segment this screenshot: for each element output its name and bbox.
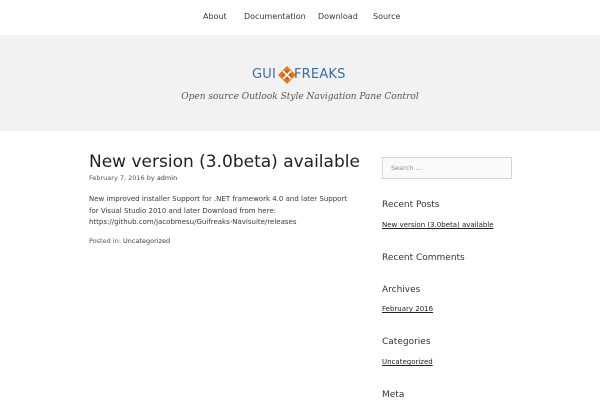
post-by-label: by [146,174,155,182]
archive-link-february-2016[interactable]: February 2016 [382,305,433,313]
posted-in-label: Posted in: [89,237,121,245]
nav-item-about[interactable]: About [203,12,227,21]
post-author-link[interactable]: admin [157,174,177,182]
top-navigation: About Documentation Download Source [0,0,600,35]
nav-item-source[interactable]: Source [373,12,400,21]
nav-item-documentation[interactable]: Documentation [244,12,306,21]
post-category-link[interactable]: Uncategorized [123,237,170,245]
post-body: New improved installer Support for .NET … [89,195,348,226]
category-link-uncategorized[interactable]: Uncategorized [382,358,433,366]
logo-text-freaks: FREAKS [294,67,346,82]
recent-post-link[interactable]: New version (3.0beta) available [382,221,494,229]
categories-title: Categories [382,337,431,347]
logo-text-gui: GUI [252,67,277,82]
post-date[interactable]: February 7, 2016 [89,174,145,182]
recent-posts-title: Recent Posts [382,200,440,210]
archives-title: Archives [382,285,421,295]
search-input[interactable] [382,157,512,179]
nav-item-download[interactable]: Download [318,12,358,21]
site-logo[interactable]: GUI FREAKS [252,65,352,85]
recent-comments-title: Recent Comments [382,253,465,263]
meta-title: Meta [382,390,405,400]
post-meta: February 7, 2016 by admin [89,174,177,182]
site-header: GUI FREAKS Open source Outlook Style Nav… [0,35,600,131]
post-footer: Posted in: Uncategorized [89,237,170,245]
post-title[interactable]: New version (3.0beta) available [89,152,360,172]
site-tagline: Open source Outlook Style Navigation Pan… [181,92,419,102]
